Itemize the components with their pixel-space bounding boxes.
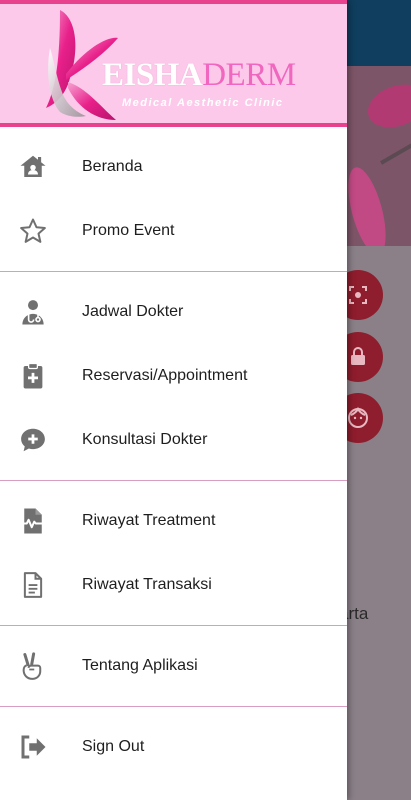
menu-item-beranda[interactable]: Beranda [0,135,347,199]
sign-out-icon [17,731,49,763]
clipboard-plus-icon [17,360,49,392]
menu-label: Sign Out [82,738,145,755]
menu-group-account: Sign Out [0,715,347,779]
navigation-drawer: EISHADERM Medical Aesthetic Clinic Beran… [0,0,347,800]
menu-group-doctor: Jadwal Dokter Reservasi/Appointment Kons… [0,280,347,472]
menu-item-tentang-aplikasi[interactable]: Tentang Aplikasi [0,634,347,698]
home-icon [17,151,49,183]
menu-item-riwayat-treatment[interactable]: Riwayat Treatment [0,489,347,553]
brand-tagline: Medical Aesthetic Clinic [122,97,284,109]
chat-plus-icon [17,424,49,456]
drawer-header: EISHADERM Medical Aesthetic Clinic [0,0,347,127]
brand-name-part1: EISHA [102,57,203,93]
star-outline-icon [17,215,49,247]
menu-group-main: Beranda Promo Event [0,135,347,263]
menu-group-history: Riwayat Treatment Riwayat Transaksi [0,489,347,617]
divider [0,625,347,626]
face-icon [348,406,368,428]
file-document-icon [17,569,49,601]
menu-label: Tentang Aplikasi [82,657,198,674]
menu-group-about: Tentang Aplikasi [0,634,347,698]
menu-item-reservasi[interactable]: Reservasi/Appointment [0,344,347,408]
hero-banner [347,66,411,246]
divider [0,271,347,272]
menu-label: Riwayat Transaksi [82,576,212,593]
menu-item-riwayat-transaksi[interactable]: Riwayat Transaksi [0,553,347,617]
peace-hand-icon [17,650,49,682]
lock-icon [351,347,365,365]
brand-name-part2: DERM [202,57,296,93]
file-pulse-icon [17,505,49,537]
menu-label: Beranda [82,158,143,175]
brand-name: EISHADERM [102,59,296,92]
menu-item-promo-event[interactable]: Promo Event [0,199,347,263]
scan-icon [349,286,367,304]
menu-label: Reservasi/Appointment [82,367,248,384]
menu-label: Konsultasi Dokter [82,431,208,448]
divider [0,706,347,707]
menu-item-sign-out[interactable]: Sign Out [0,715,347,779]
menu-label: Promo Event [82,222,175,239]
menu-label: Riwayat Treatment [82,512,216,529]
menu-item-jadwal-dokter[interactable]: Jadwal Dokter [0,280,347,344]
content-area [347,246,411,800]
menu-label: Jadwal Dokter [82,303,184,320]
menu-item-konsultasi-dokter[interactable]: Konsultasi Dokter [0,408,347,472]
doctor-icon [17,296,49,328]
divider [0,480,347,481]
